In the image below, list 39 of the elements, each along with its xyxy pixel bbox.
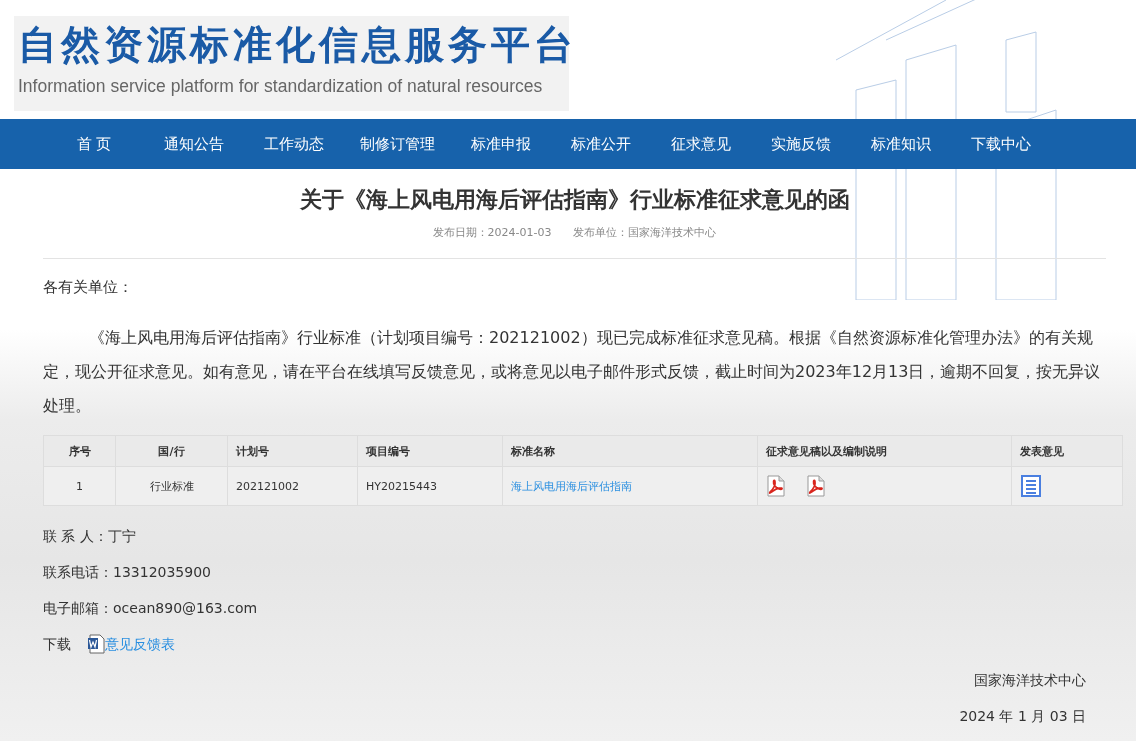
column-header: 标准名称 — [502, 435, 758, 467]
site-subtitle: Information service platform for standardization of natural resources — [18, 76, 544, 97]
column-header: 计划号 — [227, 435, 358, 467]
article-body: 《海上风电用海后评估指南》行业标准（计划项目编号：202121002）现已完成标准征求意见稿。根据《自然资源标准化管理办法》的有关规定，现公开征求意见。如有意见，请在平台在线填写反馈意见，或将意见以电子邮件形式反馈，截止时间为2023年12月13日，逾期不回复，按无异议处理。 — [43, 327, 1102, 417]
nav-link[interactable]: 下载中心 — [951, 134, 1051, 154]
table-cell: 202121002 — [227, 466, 358, 506]
publish-date: 发布日期：2024-01-03 — [432, 225, 552, 240]
article-title: 关于《海上风电用海后评估指南》行业标准征求意见的函 — [298, 186, 851, 214]
word-file-icon[interactable] — [87, 634, 105, 654]
nav-link[interactable]: 工作动态 — [244, 134, 344, 154]
salutation: 各有关单位： — [43, 277, 134, 298]
site-title: 自然资源标准化信息服务平台 — [18, 22, 569, 68]
column-header: 国/行 — [115, 435, 228, 467]
column-header: 发表意见 — [1011, 435, 1123, 467]
contact-info: 联 系 人：丁宁 — [43, 527, 137, 546]
signature-org: 国家海洋技术中心 — [973, 671, 1087, 690]
nav-link[interactable]: 征求意见 — [651, 134, 751, 154]
nav-link[interactable]: 标准公开 — [551, 134, 651, 154]
document-icon[interactable] — [1020, 475, 1042, 497]
pdf-icon[interactable] — [766, 475, 786, 497]
nav-link[interactable]: 实施反馈 — [751, 134, 851, 154]
contact-info: 联系电话：13312035900 — [43, 563, 212, 582]
column-header: 序号 — [43, 435, 116, 467]
nav-link[interactable]: 标准知识 — [851, 134, 951, 154]
publisher: 发布单位：国家海洋技术中心 — [573, 225, 717, 240]
signature-date: 2024 年 1 月 03 日 — [958, 707, 1087, 726]
table-cell: 1 — [43, 466, 116, 506]
nav-link[interactable]: 首 页 — [44, 134, 144, 154]
table-cell: 行业标准 — [115, 466, 228, 506]
nav-link[interactable]: 通知公告 — [144, 134, 244, 154]
column-header: 项目编号 — [357, 435, 503, 467]
contact-info: 电子邮箱：ocean890@163.com — [43, 599, 259, 618]
table-cell: HY20215443 — [357, 466, 503, 506]
column-header: 征求意见稿以及编制说明 — [757, 435, 1012, 467]
nav-link[interactable]: 制修订管理 — [344, 134, 451, 154]
standard-name-link[interactable]: 海上风电用海后评估指南 — [511, 479, 632, 493]
download-label: 下载 — [43, 635, 71, 654]
nav-link[interactable]: 标准申报 — [451, 134, 551, 154]
pdf-icon[interactable] — [806, 475, 826, 497]
